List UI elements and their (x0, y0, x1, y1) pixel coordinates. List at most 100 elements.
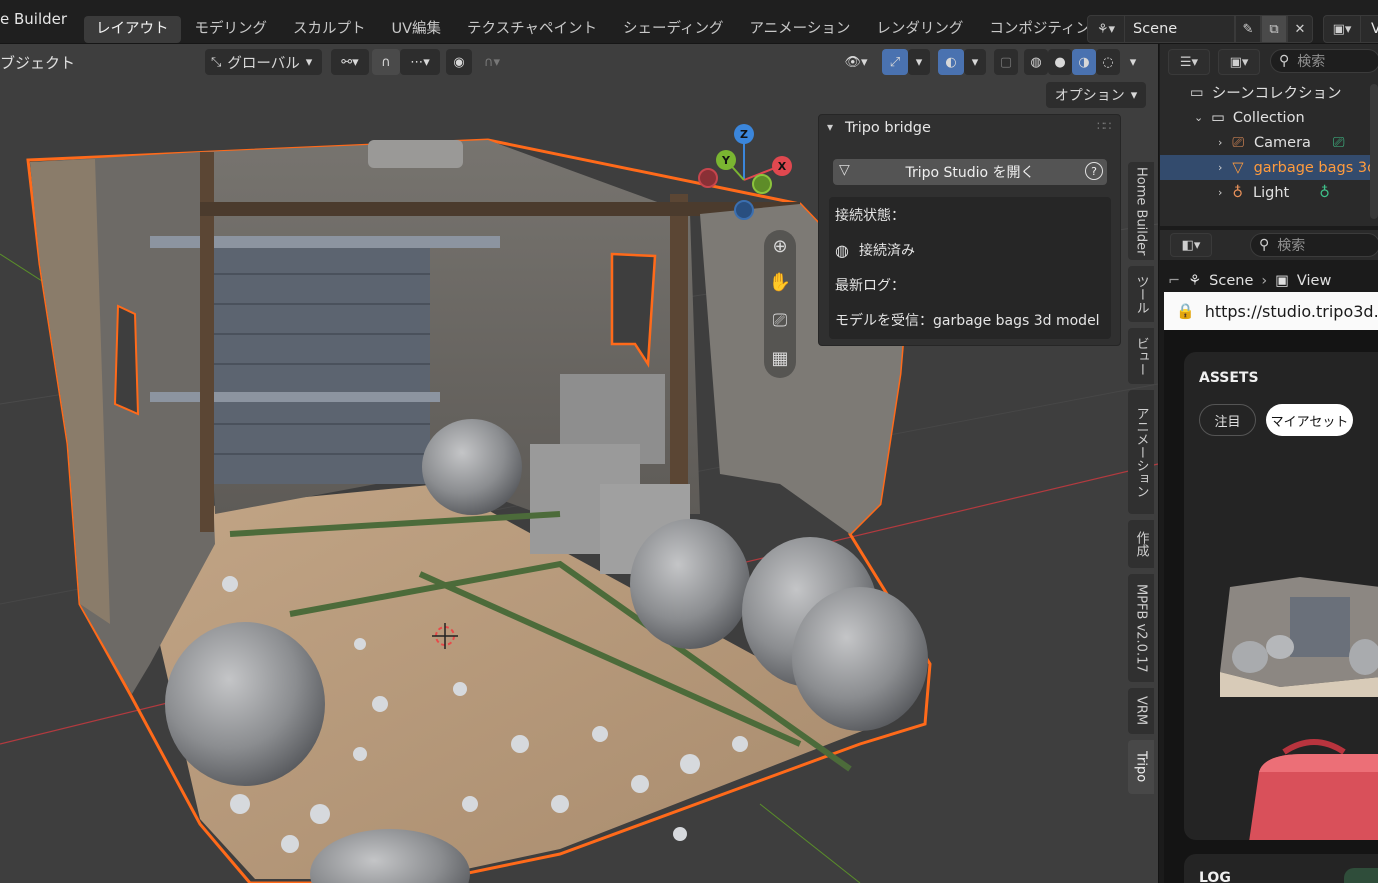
tab-my-assets[interactable]: マイアセット (1266, 404, 1353, 436)
outliner-editor-type-button[interactable]: ☰▾ (1168, 49, 1210, 75)
tab-featured[interactable]: 注目 (1199, 404, 1256, 436)
outliner-search-placeholder: 検索 (1297, 54, 1326, 70)
snap-toggle[interactable]: ∩ (372, 49, 400, 75)
gizmo-y-axis[interactable]: Y (716, 150, 736, 170)
hand-pan-icon[interactable]: ✋ (768, 270, 792, 294)
perspective-grid-icon[interactable]: ▦ (768, 346, 792, 370)
drag-handle-icon[interactable]: ∷∷ (1097, 119, 1111, 133)
lock-icon: 🔒 (1176, 302, 1195, 320)
asset-thumbnail-backpack[interactable] (1244, 732, 1378, 840)
snap-target-dropdown[interactable]: ⋯▾ (400, 49, 440, 75)
copy-scene-button[interactable]: ⧉ (1261, 15, 1287, 43)
close-icon: ✕ (1294, 21, 1306, 37)
gizmo-neg-x[interactable] (698, 168, 718, 188)
transform-orientation-dropdown[interactable]: ⤡ グローバル ▾ (205, 49, 322, 75)
view-layer-field[interactable]: View (1361, 15, 1378, 43)
chevron-right-icon[interactable]: › (1218, 161, 1222, 174)
side-tab-label: VRM (1133, 696, 1149, 726)
pivot-point-dropdown[interactable]: ⚯▾ (331, 49, 369, 75)
workspace-tab-sculpt[interactable]: スカルプト (281, 16, 378, 43)
xray-toggle[interactable]: ▢ (994, 49, 1018, 75)
chevron-down-icon[interactable]: ⌄ (1194, 111, 1203, 124)
material-sphere-icon: ◑ (1078, 54, 1090, 70)
outliner-item-name: Camera (1254, 134, 1311, 151)
pivot-icon: ⚯▾ (341, 54, 359, 70)
search-icon: ⚲ (1259, 237, 1270, 253)
gizmo-toggle[interactable]: ⤢ (882, 49, 908, 75)
side-tab-tool[interactable]: ツール (1128, 266, 1154, 322)
mesh-icon: ▽ (1232, 159, 1244, 176)
scene-name-field[interactable]: Scene (1125, 15, 1235, 43)
outliner-scrollbar[interactable] (1370, 84, 1378, 219)
workspace-tab-layout[interactable]: レイアウト (84, 16, 181, 43)
log-status-badge (1344, 868, 1378, 883)
properties-editor-type-button[interactable]: ◧▾ (1170, 233, 1212, 257)
options-label: オプション (1054, 88, 1125, 104)
outliner-item-light[interactable]: › ♁ Light ♁ (1160, 180, 1378, 205)
shading-solid-button[interactable]: ● (1048, 49, 1072, 75)
pin-icon[interactable]: ✎ (1235, 15, 1261, 43)
gizmo-neg-y[interactable] (752, 174, 772, 194)
chevron-right-icon[interactable]: › (1218, 186, 1222, 199)
outliner-scene-collection[interactable]: ▭ シーンコレクション (1160, 80, 1378, 105)
open-tripo-studio-button[interactable]: ▽ Tripo Studio を開く ? (833, 159, 1107, 185)
shading-rendered-button[interactable]: ◌ (1096, 49, 1120, 75)
shading-material-button[interactable]: ◑ (1072, 49, 1096, 75)
gizmo-neg-z[interactable] (734, 200, 754, 220)
outliner-search-input[interactable]: ⚲ 検索 (1270, 49, 1378, 73)
shading-wireframe-button[interactable]: ◍ (1024, 49, 1048, 75)
side-tab-vrm[interactable]: VRM (1128, 688, 1154, 734)
gizmo-x-axis[interactable]: X (772, 156, 792, 176)
side-tab-tripo[interactable]: Tripo (1128, 740, 1154, 794)
workspace-tab-texture-paint[interactable]: テクスチャペイント (455, 16, 609, 43)
overlay-toggle[interactable]: ◐ (938, 49, 964, 75)
overlay-dropdown[interactable]: ▾ (964, 49, 986, 75)
url-bar[interactable]: 🔒 https://studio.tripo3d. (1164, 292, 1378, 330)
side-tab-mpfb[interactable]: MPFB v2.0.17 (1128, 574, 1154, 682)
breadcrumb-view[interactable]: View (1297, 273, 1331, 289)
breadcrumb-scene[interactable]: Scene (1209, 273, 1253, 289)
asset-thumbnail-room[interactable] (1220, 557, 1378, 697)
side-tab-home-builder[interactable]: Home Builder (1128, 162, 1154, 260)
shading-dropdown[interactable]: ▾ (1122, 49, 1144, 75)
view-layer-browse-button[interactable]: ▣▾ (1323, 15, 1361, 43)
falloff-dropdown[interactable]: ∩▾ (474, 49, 510, 75)
zoom-icon[interactable]: ⊕ (768, 234, 792, 258)
navigation-gizmo[interactable]: Z X Y (698, 124, 800, 224)
panel-title[interactable]: Tripo bridge (845, 120, 931, 136)
workspace-tab-modeling[interactable]: モデリング (183, 16, 280, 43)
outliner-item-garbage-bags[interactable]: › ▽ garbage bags 3d (1160, 155, 1378, 180)
display-mode-dropdown[interactable]: ▣▾ (1218, 49, 1260, 75)
light-data-icon[interactable]: ♁ (1319, 185, 1330, 201)
chevron-right-icon[interactable]: › (1218, 136, 1222, 149)
side-tab-view[interactable]: ビュー (1128, 328, 1154, 384)
camera-data-icon[interactable]: ⎚ (1333, 135, 1345, 151)
collection-box-icon: ▭ (1211, 109, 1225, 126)
workspace-tab-uv[interactable]: UV編集 (380, 16, 454, 43)
visibility-dropdown[interactable]: 👁▾ (836, 49, 876, 75)
outliner-item-camera[interactable]: › ⎚ Camera ⎚ (1160, 130, 1378, 155)
side-tab-create[interactable]: 作成 (1128, 520, 1154, 568)
camera-view-icon[interactable]: ⎚ (768, 308, 792, 332)
gizmo-dropdown[interactable]: ▾ (908, 49, 930, 75)
panel-collapse-icon[interactable]: ▾ (827, 120, 833, 134)
pin-icon[interactable]: ⌐ (1168, 273, 1180, 289)
scene-icon: ⚘ (1188, 273, 1202, 289)
workspace-tabs: レイアウト モデリング スカルプト UV編集 テクスチャペイント シェーディング… (84, 16, 1117, 43)
snap-grid-icon: ⋯▾ (410, 54, 430, 70)
object-mode-label[interactable]: ブジェクト (0, 52, 75, 73)
workspace-tab-animation[interactable]: アニメーション (737, 16, 862, 43)
workspace-tab-shading[interactable]: シェーディング (611, 16, 735, 43)
outliner-collection[interactable]: ⌄ ▭ Collection (1160, 105, 1378, 130)
help-icon[interactable]: ? (1085, 162, 1103, 180)
scene-browse-button[interactable]: ⚘▾ (1087, 15, 1125, 43)
options-dropdown[interactable]: オプション ▾ (1046, 82, 1146, 108)
image-icon: ▣▾ (1229, 54, 1249, 70)
proportional-edit-toggle[interactable]: ◉ (446, 49, 472, 75)
properties-search-input[interactable]: ⚲ 検索 (1250, 233, 1378, 257)
workspace-tab-rendering[interactable]: レンダリング (864, 16, 975, 43)
side-tab-animation[interactable]: アニメーション (1128, 390, 1154, 514)
3d-viewport[interactable]: ブジェクト ⤡ グローバル ▾ ⚯▾ ∩ ⋯▾ ◉ ∩▾ 👁▾ ⤢ ▾ ◐ ▾ … (0, 44, 1158, 883)
gizmo-z-axis[interactable]: Z (734, 124, 754, 144)
delete-scene-button[interactable]: ✕ (1287, 15, 1313, 43)
